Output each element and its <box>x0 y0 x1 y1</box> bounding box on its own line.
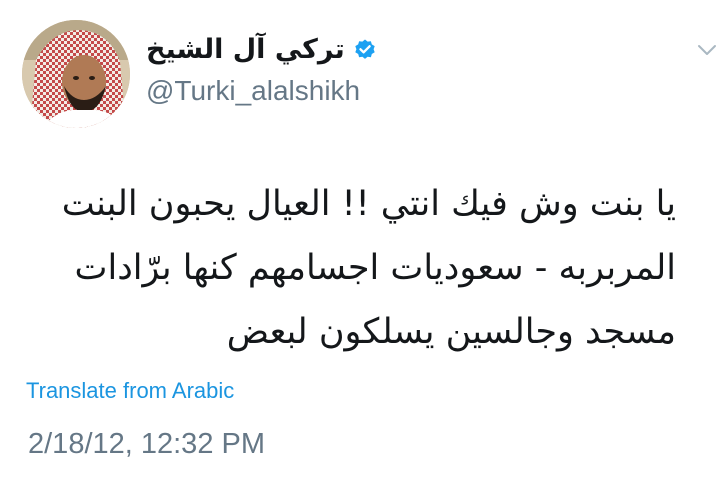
tweet-card: تركي آل الشيخ @Turki_alalshikh يا بنت وش… <box>0 0 727 485</box>
chevron-down-icon[interactable] <box>697 40 717 60</box>
tweet-text-line: يا بنت وش فيك انتي !! العيال يحبون البنت <box>61 184 676 224</box>
verified-badge-icon <box>353 38 377 62</box>
tweet-timestamp[interactable]: 2/18/12, 12:32 PM <box>28 428 265 461</box>
tweet-header: تركي آل الشيخ @Turki_alalshikh <box>146 30 546 108</box>
author-name-row: تركي آل الشيخ <box>146 30 546 70</box>
author-handle[interactable]: @Turki_alalshikh <box>146 74 546 108</box>
tweet-text-line: المربربه - سعوديات اجسامهم كنها برّادات <box>74 248 676 288</box>
tweet-text: يا بنت وش فيك انتي !! العيال يحبون البنت… <box>20 172 676 364</box>
author-display-name[interactable]: تركي آل الشيخ <box>146 30 345 70</box>
avatar[interactable] <box>22 20 130 128</box>
tweet-text-line: مسجد وجالسين يسلكون لبعض <box>226 312 676 352</box>
translate-link[interactable]: Translate from Arabic <box>26 378 234 404</box>
